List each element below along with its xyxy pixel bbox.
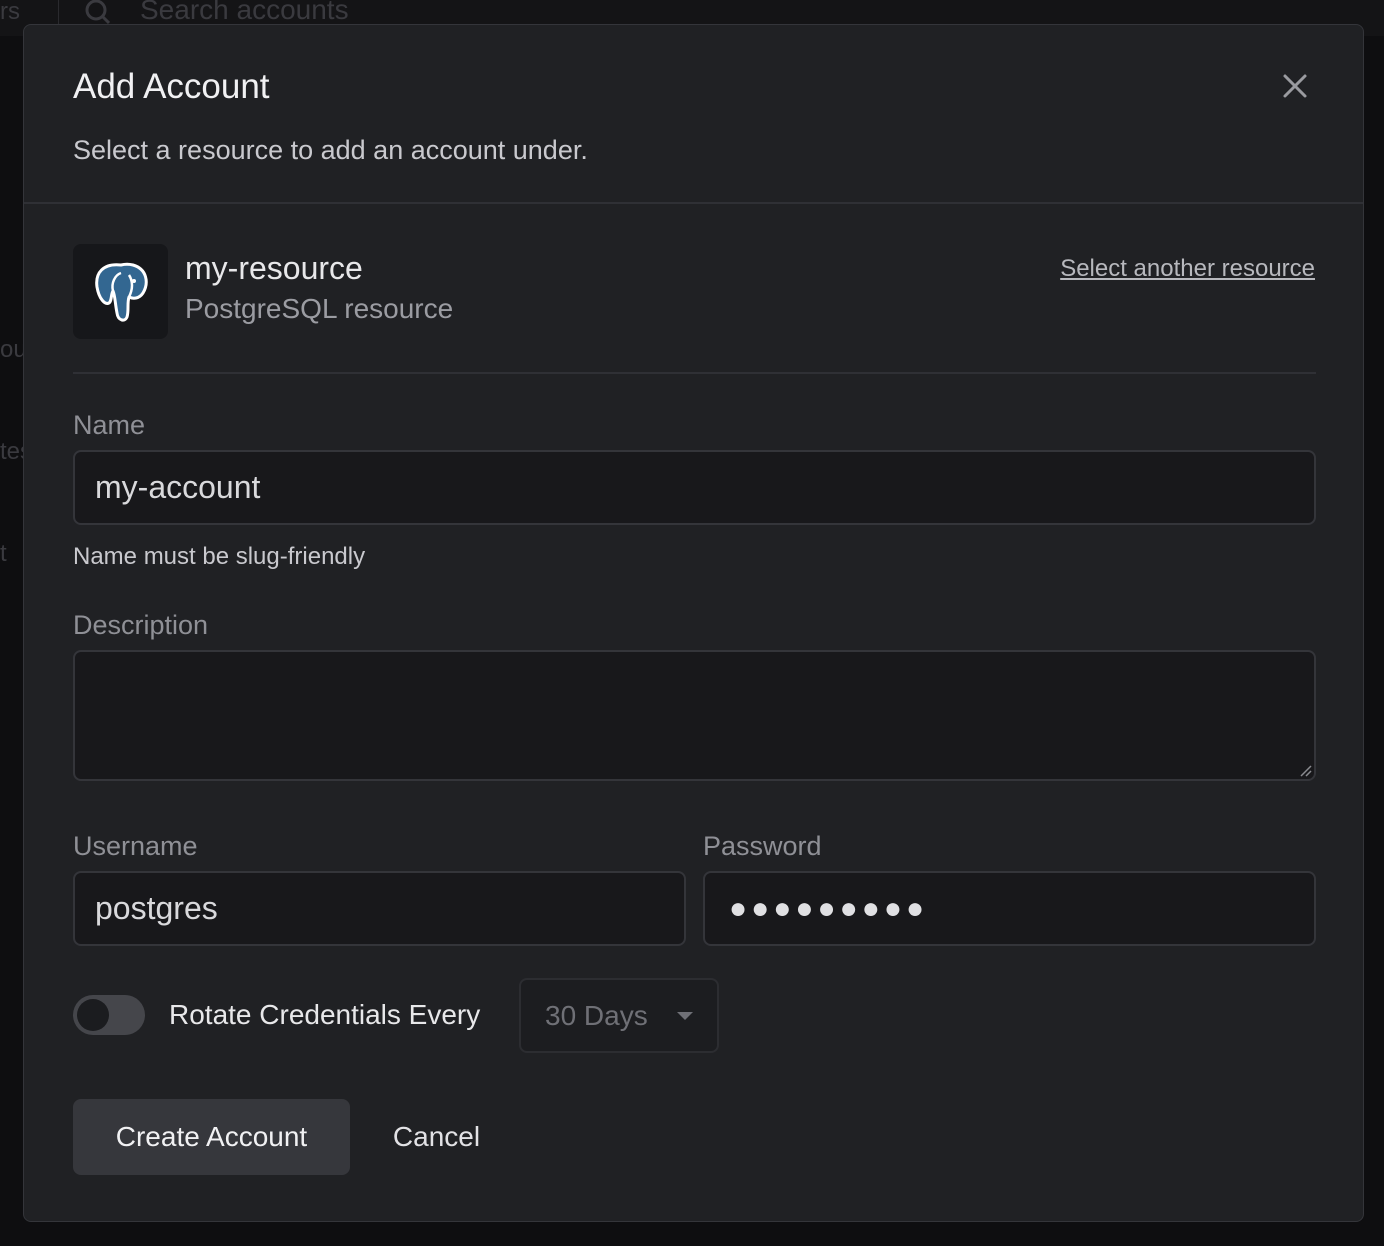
description-textarea[interactable] xyxy=(73,650,1316,781)
rotation-interval-select[interactable]: 30 Days xyxy=(519,978,719,1053)
resource-logo xyxy=(73,244,168,339)
password-label: Password xyxy=(703,831,822,861)
resource-type: PostgreSQL resource xyxy=(185,293,454,324)
add-account-dialog: Add Account Select a resource to add an … xyxy=(23,24,1364,1222)
resize-handle-icon[interactable] xyxy=(1298,763,1312,777)
dialog-subtitle: Select a resource to add an account unde… xyxy=(73,135,588,165)
close-icon[interactable] xyxy=(1278,69,1312,103)
name-input[interactable]: my-account xyxy=(73,450,1316,525)
rotate-credentials-toggle[interactable] xyxy=(73,995,145,1035)
name-input-value: my-account xyxy=(95,469,261,505)
resource-divider xyxy=(73,372,1316,374)
username-input-value: postgres xyxy=(95,890,218,926)
name-helper-text: Name must be slug-friendly xyxy=(73,543,366,570)
username-input[interactable]: postgres xyxy=(73,871,686,946)
toggle-knob xyxy=(77,999,109,1031)
background-search-input: Search accounts xyxy=(140,0,349,25)
postgresql-elephant-icon xyxy=(94,262,148,322)
username-label: Username xyxy=(73,831,198,861)
chevron-down-icon xyxy=(677,1012,693,1020)
select-another-resource-link[interactable]: Select another resource xyxy=(1060,255,1315,283)
search-icon xyxy=(85,0,110,25)
resource-name: my-resource xyxy=(185,250,363,286)
header-divider xyxy=(24,202,1363,204)
background-divider xyxy=(58,0,59,24)
password-input[interactable]: ●●●●●●●●● xyxy=(703,871,1316,946)
rotate-credentials-label: Rotate Credentials Every xyxy=(169,999,481,1030)
password-input-value: ●●●●●●●●● xyxy=(729,891,929,925)
dialog-title: Add Account xyxy=(73,67,270,106)
rotation-interval-value: 30 Days xyxy=(545,999,648,1031)
description-label: Description xyxy=(73,610,209,640)
background-fragment: rs xyxy=(0,0,20,25)
name-label: Name xyxy=(73,410,146,440)
create-account-button[interactable]: Create Account xyxy=(73,1099,350,1175)
background-fragment: t xyxy=(0,540,7,567)
cancel-button[interactable]: Cancel xyxy=(374,1099,499,1175)
